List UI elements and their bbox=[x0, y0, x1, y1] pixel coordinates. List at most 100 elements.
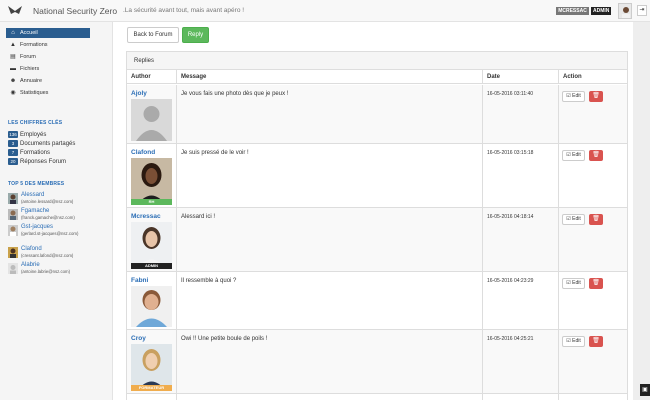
user-role-badge: ADMIN bbox=[591, 7, 611, 15]
author-name[interactable]: Fabni bbox=[131, 277, 148, 284]
folder-icon: ▬ bbox=[10, 66, 16, 72]
table-row: Mcressac ADMIN Alessard ici ! 16-05-2016… bbox=[127, 208, 627, 272]
sidebar-item-statistiques[interactable]: ◉ Statistiques bbox=[6, 88, 90, 98]
avatar bbox=[8, 225, 18, 236]
tagline: .La sécurité avant tout, mais avant apér… bbox=[123, 7, 245, 14]
author-name[interactable]: Mcressac bbox=[131, 213, 161, 220]
members-section-title: TOP 5 DES MEMBRES bbox=[8, 181, 65, 187]
message-text: Je vous fais une photo dès que je peux ! bbox=[181, 91, 289, 97]
avatar bbox=[8, 263, 18, 274]
stat-employes[interactable]: 136 Employés bbox=[8, 131, 46, 139]
stats-icon: ◉ bbox=[10, 90, 16, 96]
member-item[interactable]: Fgamache (franck.gamache@nsz.com) bbox=[8, 208, 108, 222]
message-text: Je suis pressé de le voir ! bbox=[181, 150, 249, 156]
delete-button[interactable]: 🗑 bbox=[589, 278, 603, 289]
logout-button[interactable]: ⇥ bbox=[637, 5, 647, 16]
sidebar-item-formations[interactable]: ▲ Formations bbox=[6, 40, 90, 50]
trash-icon: 🗑 bbox=[592, 338, 600, 344]
author-cell bbox=[127, 394, 176, 400]
action-cell: ☑ Edit 🗑 bbox=[558, 85, 627, 143]
sidebar-item-label: Statistiques bbox=[20, 90, 49, 96]
avatar bbox=[8, 209, 18, 220]
stat-reponses[interactable]: 20 Réponses Forum bbox=[8, 158, 66, 166]
date-cell: 16-05-2016 04:23:29 bbox=[482, 272, 558, 329]
member-item[interactable]: Alabrie (antoine.labrie@nsz.com) bbox=[8, 262, 108, 276]
table-header: Author Message Date Action bbox=[127, 70, 627, 84]
reply-button[interactable]: Reply bbox=[182, 27, 209, 43]
message-cell: Owi !! Une petite boule de poils ! bbox=[176, 330, 482, 393]
avatar bbox=[8, 193, 18, 204]
stat-documents[interactable]: 3 Documents partagés bbox=[8, 140, 75, 148]
member-name[interactable]: Gst-jacques bbox=[21, 224, 53, 230]
column-header-message: Message bbox=[176, 70, 482, 84]
member-name[interactable]: Alessard bbox=[21, 192, 44, 198]
delete-button[interactable]: 🗑 bbox=[589, 150, 603, 161]
delete-button[interactable]: 🗑 bbox=[589, 336, 603, 347]
author-name[interactable]: Ajoly bbox=[131, 90, 147, 97]
member-name[interactable]: Clafond bbox=[21, 246, 42, 252]
date-cell: 16-05-2016 03:15:18 bbox=[482, 144, 558, 207]
sign-out-icon: ⇥ bbox=[639, 7, 645, 13]
edit-label: Edit bbox=[572, 280, 581, 286]
member-item[interactable]: Clafond (cressant.lafond@nsz.com) bbox=[8, 246, 108, 260]
edit-icon: ☑ bbox=[566, 93, 571, 99]
edit-button[interactable]: ☑ Edit bbox=[562, 336, 585, 347]
edit-button[interactable]: ☑ Edit bbox=[562, 91, 585, 102]
table-row: Fabni Il ressemble à quoi ? 16-05-2016 0… bbox=[127, 272, 627, 330]
member-email: (antoine.lessard@nsz.com) bbox=[21, 199, 74, 204]
member-email: (antoine.labrie@nsz.com) bbox=[21, 269, 71, 274]
sidebar-item-label: Forum bbox=[20, 54, 36, 60]
delete-button[interactable]: 🗑 bbox=[589, 91, 603, 102]
column-header-date: Date bbox=[482, 70, 558, 84]
app-title[interactable]: National Security Zero bbox=[33, 6, 117, 16]
role-tag: FORMATEUR bbox=[131, 385, 172, 391]
right-gutter bbox=[633, 22, 650, 400]
action-cell: ☑ Edit 🗑 bbox=[558, 330, 627, 393]
trash-icon: 🗑 bbox=[592, 216, 600, 222]
edit-icon: ☑ bbox=[566, 280, 571, 286]
sidebar-item-label: Annuaire bbox=[20, 78, 43, 84]
stat-label: Documents partagés bbox=[20, 141, 76, 147]
edit-button[interactable]: ☑ Edit bbox=[562, 278, 585, 289]
back-to-forum-button[interactable]: Back to Forum bbox=[127, 27, 179, 43]
sidebar-item-forum[interactable]: ▤ Forum bbox=[6, 52, 90, 62]
author-name[interactable]: Clafond bbox=[131, 149, 155, 156]
user-name-badge[interactable]: MCRESSAC bbox=[556, 7, 589, 15]
member-item[interactable]: Alessard (antoine.lessard@nsz.com) bbox=[8, 192, 108, 206]
member-item[interactable]: Gst-jacques (gerlard.st-jacques@nsz.com) bbox=[8, 224, 108, 244]
sidebar-item-accueil[interactable]: ⌂ Accueil bbox=[6, 28, 90, 38]
message-cell: Je vous fais une photo dès que je peux ! bbox=[176, 85, 482, 143]
author-avatar bbox=[131, 99, 172, 141]
sidebar-item-fichiers[interactable]: ▬ Fichiers bbox=[6, 64, 90, 74]
stat-label: Réponses Forum bbox=[20, 159, 67, 165]
edit-label: Edit bbox=[572, 93, 581, 99]
sidebar-item-annuaire[interactable]: ☻ Annuaire bbox=[6, 76, 90, 86]
member-email: (franck.gamache@nsz.com) bbox=[21, 215, 75, 220]
table-row: Ajoly Je vous fais une photo dès que je … bbox=[127, 85, 627, 144]
author-name[interactable]: Croy bbox=[131, 335, 146, 342]
edit-button[interactable]: ☑ Edit bbox=[562, 214, 585, 225]
stat-label: Employés bbox=[20, 132, 47, 138]
edit-button[interactable]: ☑ Edit bbox=[562, 150, 585, 161]
eagle-logo-icon[interactable] bbox=[8, 5, 22, 16]
member-name[interactable]: Alabrie bbox=[21, 262, 40, 268]
member-name[interactable]: Fgamache bbox=[21, 208, 49, 214]
date-cell bbox=[482, 394, 558, 400]
panel-title: Replies bbox=[127, 52, 627, 70]
delete-button[interactable]: 🗑 bbox=[589, 214, 603, 225]
trash-icon: 🗑 bbox=[592, 152, 600, 158]
edit-label: Edit bbox=[572, 152, 581, 158]
stat-formations[interactable]: 7 Formations bbox=[8, 149, 50, 157]
list-icon: ▤ bbox=[10, 54, 16, 60]
edit-icon: ☑ bbox=[566, 216, 571, 222]
top-navbar: National Security Zero .La sécurité avan… bbox=[0, 0, 650, 22]
avatar bbox=[8, 247, 18, 258]
chat-icon[interactable]: ▣ bbox=[640, 384, 650, 396]
author-avatar: ADMIN bbox=[131, 222, 172, 269]
replies-panel: Replies Author Message Date Action Ajoly… bbox=[126, 51, 628, 400]
date-text: 16-05-2016 04:23:29 bbox=[487, 278, 534, 284]
user-avatar[interactable] bbox=[618, 3, 632, 19]
date-text: 16-05-2016 03:11:40 bbox=[487, 91, 534, 97]
date-text: 16-05-2016 04:25:21 bbox=[487, 336, 534, 342]
date-cell: 16-05-2016 03:11:40 bbox=[482, 85, 558, 143]
